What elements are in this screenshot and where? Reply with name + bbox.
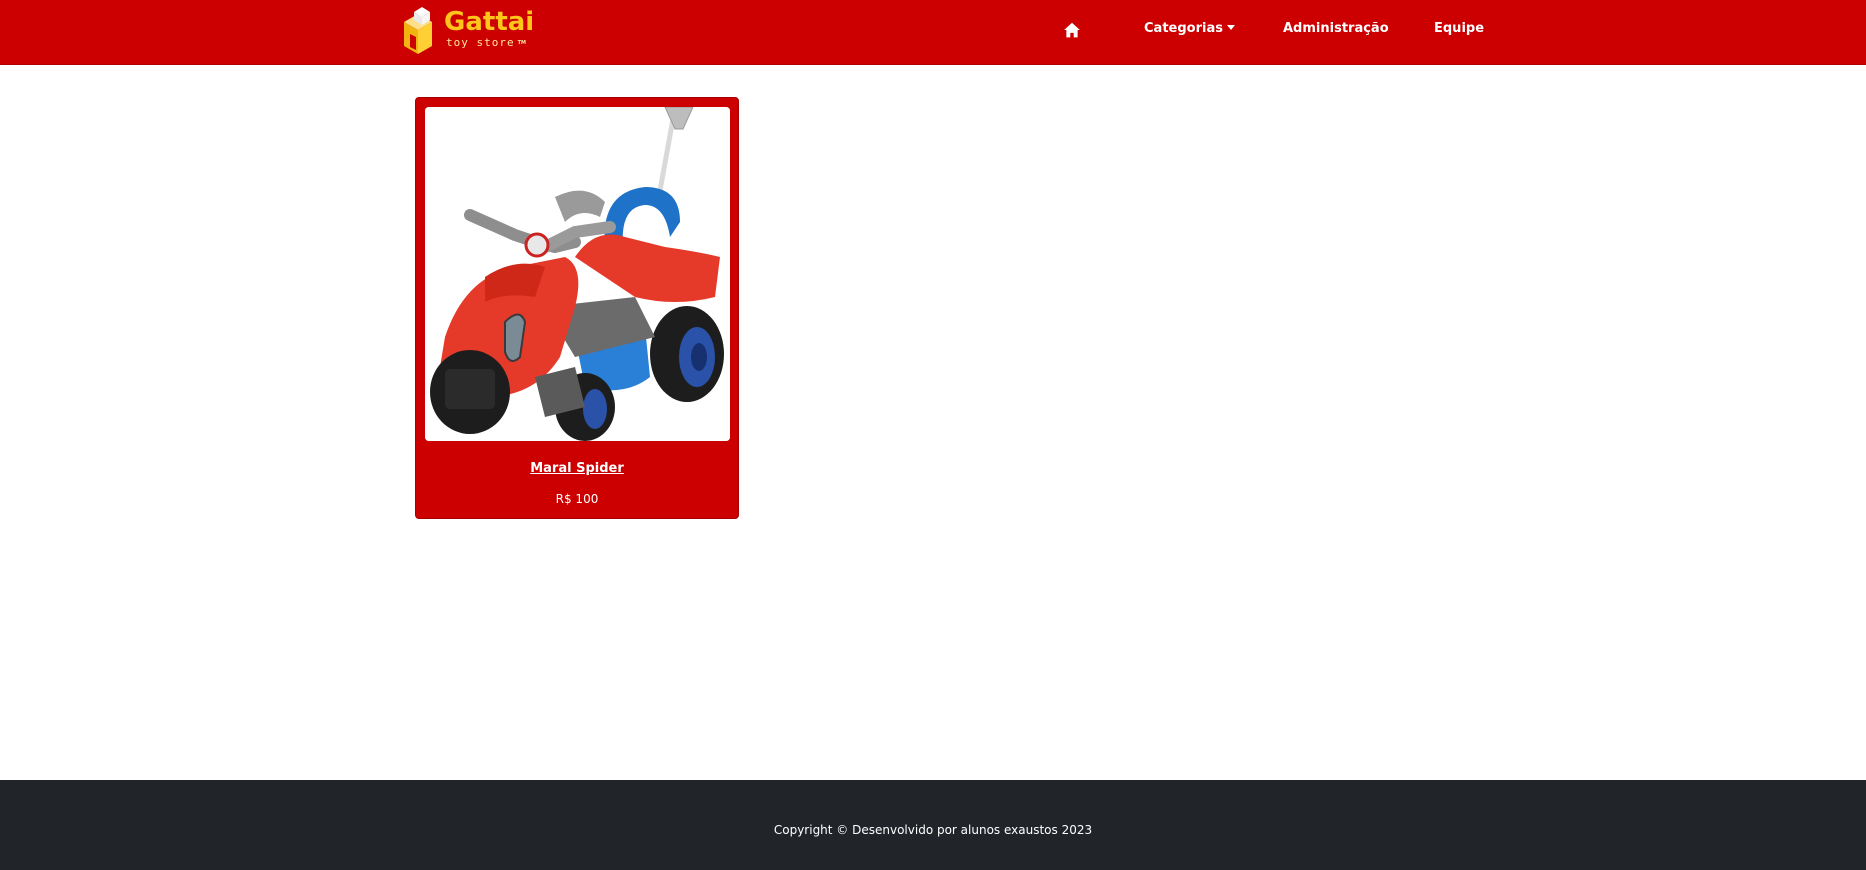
nav-home-link[interactable] — [1063, 19, 1083, 39]
footer: Copyright © Desenvolvido por alunos exau… — [0, 780, 1866, 870]
nav-categories-dropdown[interactable]: Categorias — [1144, 19, 1235, 39]
nav-categories-label: Categorias — [1144, 21, 1223, 36]
nav-team-link[interactable]: Equipe — [1434, 19, 1484, 39]
product-price: R$ 100 — [555, 492, 599, 506]
caret-down-icon — [1226, 25, 1235, 30]
nav-admin-link[interactable]: Administração — [1283, 19, 1389, 39]
product-name-link[interactable]: Maral Spider — [416, 460, 738, 478]
main-nav: Categorias Administração Equipe — [0, 0, 1866, 58]
product-image[interactable] — [425, 107, 730, 441]
quad-bike-toy-image — [425, 107, 730, 441]
product-card[interactable]: Maral Spider R$ 100 — [415, 97, 739, 519]
footer-copyright: Copyright © Desenvolvido por alunos exau… — [773, 823, 1093, 837]
navbar: Gattai toy store TM Categorias Administra… — [0, 0, 1866, 65]
home-icon — [1064, 22, 1080, 38]
